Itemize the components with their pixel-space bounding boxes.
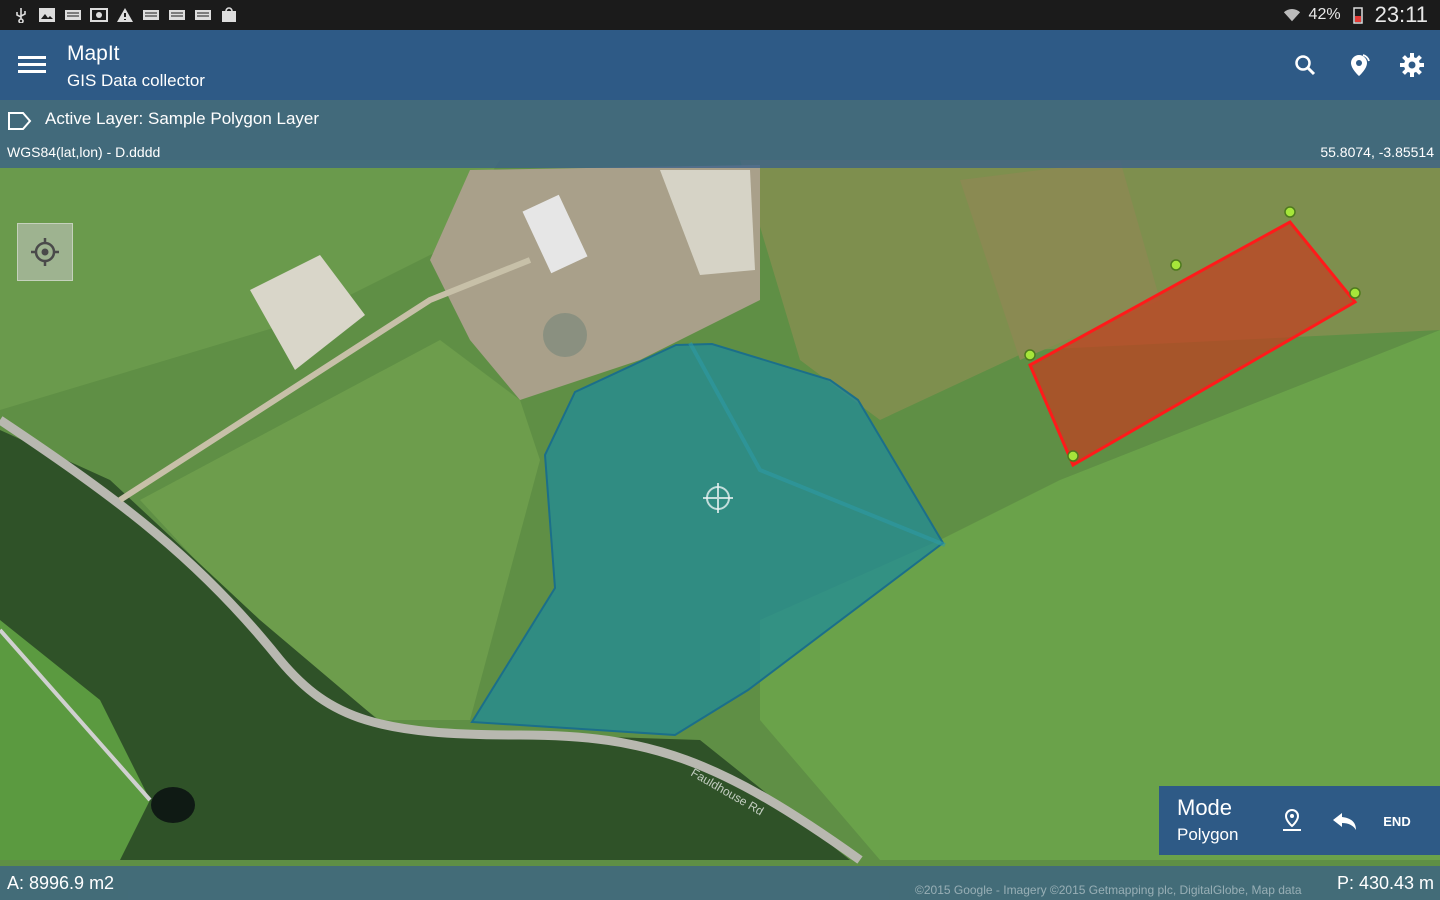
- photo-icon: [90, 7, 108, 23]
- menu-icon[interactable]: [18, 52, 46, 78]
- layer-info-bar: Active Layer: Sample Polygon Layer WGS84…: [0, 100, 1440, 168]
- measurement-bar: A: 8996.9 m2 ©2015 Google - Imagery ©201…: [0, 866, 1440, 900]
- pond: [151, 787, 195, 823]
- add-vertex-gps-button[interactable]: [1275, 804, 1309, 838]
- status-bar: 42% 23:11: [0, 0, 1440, 30]
- active-layer-label[interactable]: Active Layer: Sample Polygon Layer: [45, 109, 319, 129]
- keyboard-icon: [168, 7, 186, 23]
- end-button[interactable]: END: [1377, 804, 1417, 838]
- cursor-coordinates: 55.8074, -3.85514: [1320, 144, 1434, 160]
- app-bar: MapIt GIS Data collector: [0, 30, 1440, 100]
- app-subtitle: GIS Data collector: [67, 71, 205, 90]
- warning-icon: [116, 7, 134, 23]
- usb-icon: [12, 7, 30, 23]
- edit-mode-panel: Mode Polygon END: [1159, 786, 1440, 855]
- mode-title: Mode: [1177, 795, 1233, 820]
- gps-settings-icon[interactable]: [1344, 50, 1374, 80]
- area-readout: A: 8996.9 m2: [7, 873, 115, 893]
- app-title: MapIt: [67, 42, 120, 65]
- clock: 23:11: [1374, 2, 1428, 27]
- wifi-icon: [1283, 7, 1301, 23]
- satellite-map[interactable]: Fauldhouse Rd: [0, 100, 1440, 900]
- search-icon[interactable]: [1290, 50, 1320, 80]
- undo-icon: [1333, 813, 1356, 830]
- store-bag-icon: [220, 7, 238, 23]
- gps-locate-icon: [31, 238, 59, 266]
- vertex-handle[interactable]: [1284, 206, 1296, 218]
- keyboard-icon: [194, 7, 212, 23]
- notification-icons: [0, 7, 238, 23]
- vertex-handle[interactable]: [1067, 450, 1079, 462]
- undo-button[interactable]: [1325, 804, 1365, 838]
- vertex-handle[interactable]: [1349, 287, 1361, 299]
- gps-pin-icon: [1283, 808, 1301, 831]
- map-attribution[interactable]: ©2015 Google - Imagery ©2015 Getmapping …: [915, 883, 1302, 897]
- end-label: END: [1383, 813, 1411, 829]
- map-view[interactable]: Fauldhouse Rd: [0, 100, 1440, 900]
- keyboard-icon: [142, 7, 160, 23]
- polygon-layer-icon: [6, 109, 32, 131]
- tank: [543, 313, 587, 357]
- image-icon: [38, 7, 56, 23]
- battery-percent: 42%: [1308, 6, 1341, 23]
- keyboard-icon: [64, 7, 82, 23]
- perimeter-readout: P: 430.43 m: [1336, 873, 1434, 893]
- coordinate-system-label: WGS84(lat,lon) - D.dddd: [7, 144, 161, 160]
- gear-icon[interactable]: [1397, 50, 1427, 80]
- mode-value: Polygon: [1177, 825, 1239, 844]
- vertex-handle[interactable]: [1024, 349, 1036, 361]
- battery-icon: [1349, 7, 1367, 24]
- vertex-handle[interactable]: [1170, 259, 1182, 271]
- my-location-button[interactable]: [17, 223, 73, 281]
